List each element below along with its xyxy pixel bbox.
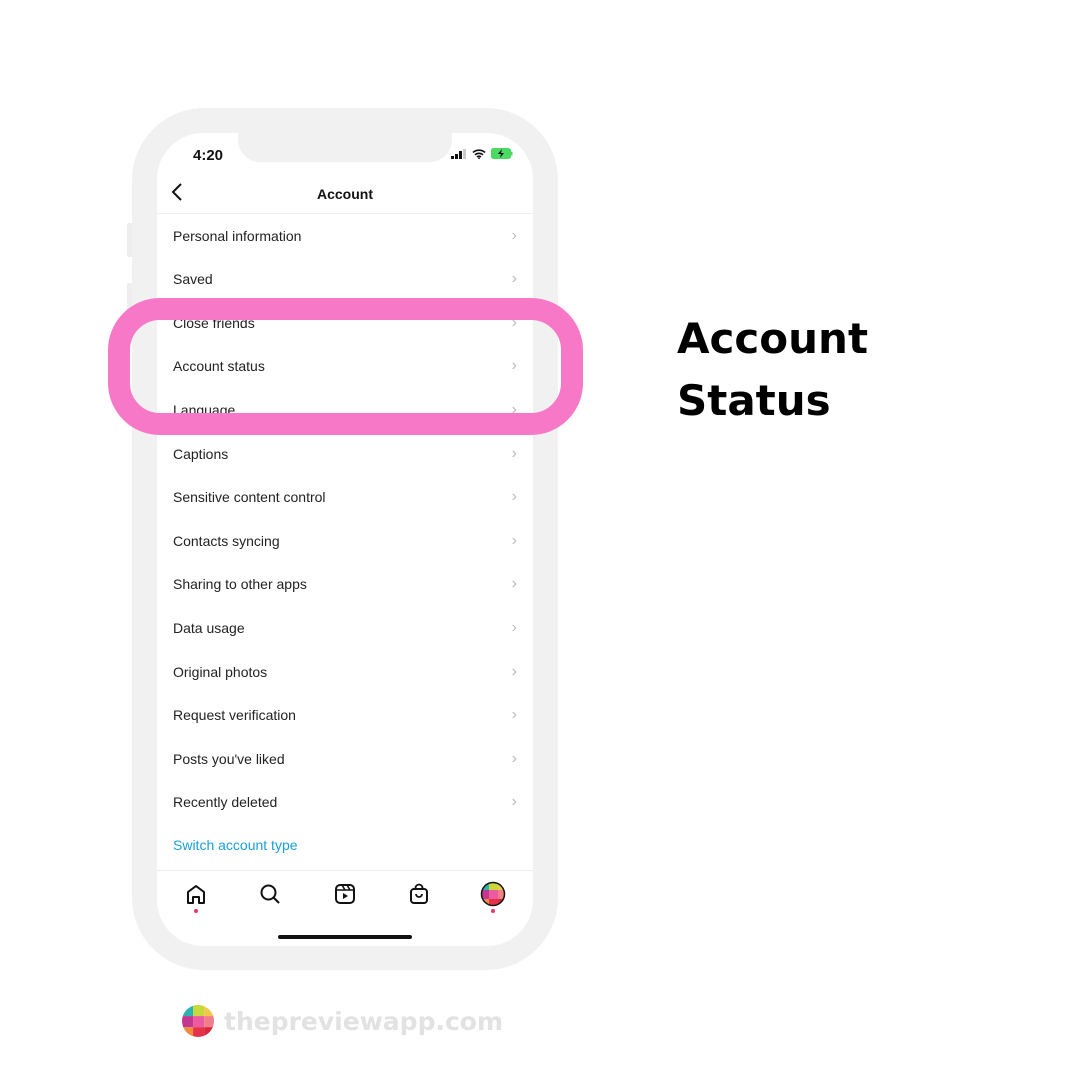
shop-icon — [410, 883, 428, 904]
brand-watermark: thepreviewapp.com — [182, 1005, 503, 1037]
menu-item-label: Personal information — [173, 227, 302, 244]
home-icon — [187, 885, 205, 904]
wifi-icon — [472, 148, 486, 159]
switch-account-type-link[interactable]: Switch account type — [157, 823, 533, 866]
menu-item[interactable]: Sensitive content control › — [157, 476, 533, 519]
highlight-box — [108, 298, 583, 435]
notification-dot — [194, 909, 198, 913]
menu-item-label: Original photos — [173, 663, 268, 680]
menu-item[interactable]: Posts you've liked › — [157, 737, 533, 780]
menu-item[interactable]: Request verification › — [157, 694, 533, 737]
menu-item-label: Request verification — [173, 707, 296, 724]
chevron-right-icon: › — [511, 749, 517, 767]
menu-item[interactable]: Recently deleted › — [157, 781, 533, 824]
notification-dot — [491, 909, 495, 913]
menu-item-label: Captions — [173, 445, 229, 462]
chevron-right-icon: › — [511, 531, 517, 549]
menu-item[interactable]: Contacts syncing › — [157, 519, 533, 562]
profile-avatar — [480, 881, 506, 907]
chevron-right-icon: › — [511, 226, 517, 244]
signal-icon — [451, 148, 466, 159]
chevron-right-icon: › — [511, 270, 517, 288]
menu-item-label: Saved — [173, 271, 213, 288]
notch — [238, 133, 452, 162]
menu-item-label: Sensitive content control — [173, 489, 326, 506]
search-icon — [260, 884, 280, 904]
chevron-right-icon: › — [511, 662, 517, 680]
tab-home[interactable] — [183, 881, 209, 913]
callout-text: Account Status — [677, 308, 868, 432]
tab-bar — [157, 870, 533, 920]
link-label: Switch account type — [173, 836, 298, 853]
status-time: 4:20 — [193, 147, 224, 164]
menu-item[interactable]: Original photos › — [157, 650, 533, 693]
menu-item[interactable]: Sharing to other apps › — [157, 563, 533, 606]
tab-shop[interactable] — [406, 881, 432, 907]
chevron-right-icon: › — [511, 444, 517, 462]
brand-text: thepreviewapp.com — [224, 1006, 504, 1036]
header: Account — [157, 173, 533, 214]
chevron-right-icon: › — [511, 793, 517, 811]
menu-item[interactable]: Saved › — [157, 258, 533, 301]
menu-item-label: Posts you've liked — [173, 750, 285, 767]
menu-item-label: Recently deleted — [173, 794, 278, 811]
menu-item-label: Sharing to other apps — [173, 576, 307, 593]
chevron-right-icon: › — [511, 618, 517, 636]
chevron-right-icon: › — [511, 575, 517, 593]
chevron-right-icon: › — [511, 706, 517, 724]
tab-search[interactable] — [257, 881, 283, 907]
page-title: Account — [317, 186, 373, 202]
reels-icon — [335, 884, 355, 904]
menu-item-label: Data usage — [173, 619, 245, 636]
status-icons — [451, 148, 513, 159]
tab-profile[interactable] — [480, 881, 506, 913]
menu-item-label: Contacts syncing — [173, 532, 280, 549]
brand-logo-icon — [182, 1005, 214, 1037]
battery-charging-icon — [491, 148, 513, 159]
home-indicator — [278, 935, 412, 939]
tab-reels[interactable] — [332, 881, 358, 907]
callout-line1: Account — [677, 314, 869, 363]
menu-item[interactable]: Data usage › — [157, 606, 533, 649]
chevron-right-icon: › — [511, 488, 517, 506]
phone-screen: 4:20 Account Personal information › Saved ›… — [157, 133, 533, 946]
callout-line2: Status — [677, 376, 831, 425]
menu-item[interactable]: Personal information › — [157, 214, 533, 257]
menu-item[interactable]: Captions › — [157, 432, 533, 475]
